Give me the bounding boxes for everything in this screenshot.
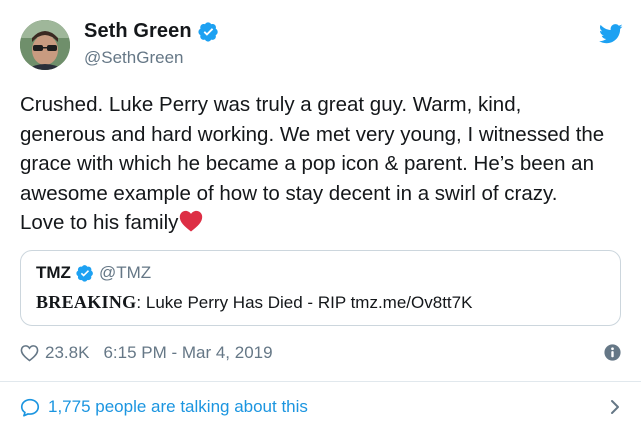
tweet-line-last: Love to his family [20, 208, 620, 238]
tweet-line: Love to his family [20, 211, 179, 234]
tweet-line: generous and hard working. We met very y… [20, 122, 605, 146]
speech-bubble-icon [20, 398, 40, 417]
tweet-line: awesome example of how to stay decent in… [20, 181, 558, 205]
verified-badge-icon [76, 265, 93, 282]
chevron-right-icon[interactable] [609, 399, 621, 415]
twitter-bird-icon[interactable] [599, 24, 623, 44]
tweet-meta-row: 23.8K 6:15 PM - Mar 4, 2019 [20, 343, 273, 363]
info-icon[interactable] [604, 344, 621, 361]
quoted-text-rest: : Luke Perry Has Died - RIP tmz.me/Ov8tt… [136, 293, 473, 312]
author-handle[interactable]: @SethGreen [84, 48, 183, 68]
author-display-name[interactable]: Seth Green [84, 20, 192, 43]
red-heart-emoji [180, 210, 203, 232]
author-name-row: Seth Green [84, 20, 219, 43]
avatar[interactable] [20, 20, 70, 70]
conversation-count-text: 1,775 people are talking about this [48, 397, 308, 416]
quoted-author-name: TMZ [36, 263, 71, 282]
quoted-tweet-header: TMZ @TMZ [36, 263, 151, 283]
tweet-text: Crushed. Luke Perry was truly a great gu… [20, 90, 620, 238]
tweet-timestamp[interactable]: 6:15 PM - Mar 4, 2019 [103, 343, 272, 363]
tweet-line: Crushed. Luke Perry was truly a great gu… [20, 93, 522, 116]
quoted-tweet-text: BREAKING: Luke Perry Has Died - RIP tmz.… [36, 292, 472, 313]
divider [0, 381, 641, 382]
like-count[interactable]: 23.8K [45, 343, 89, 363]
quoted-author-handle: @TMZ [98, 263, 152, 282]
quoted-text-strong: BREAKING [36, 292, 137, 312]
conversation-link[interactable]: 1,775 people are talking about this [20, 397, 308, 417]
verified-badge-icon [198, 22, 218, 42]
embedded-tweet-card: Seth Green @SethGreen Crushed. Luke Perr… [0, 0, 641, 426]
tweet-line: grace with which he became a pop icon & … [20, 152, 594, 175]
quoted-tweet[interactable]: TMZ @TMZ BREAKING: Luke Perry Has Died -… [20, 250, 621, 326]
heart-outline-icon[interactable] [20, 344, 39, 362]
